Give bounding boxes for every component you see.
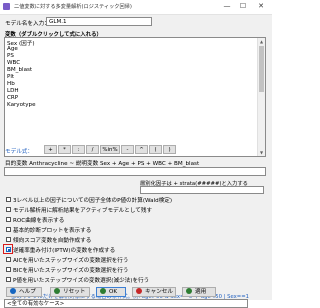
option-checkbox-wald[interactable] xyxy=(6,197,11,202)
operator-slash-button[interactable]: / xyxy=(86,145,99,154)
option-checkbox-bic[interactable] xyxy=(6,267,11,272)
objective-formula-label: 目的変数 Anthracycline ~ 説明変数 Sex + Age + PS… xyxy=(5,161,200,167)
window-title: 二値変数に対する多変量解析(ロジスティック回帰) xyxy=(14,4,132,10)
option-checkbox-propensity[interactable] xyxy=(6,237,11,242)
list-item[interactable]: Age xyxy=(7,46,18,52)
checkmark-icon xyxy=(8,249,10,251)
cancel-button[interactable]: キャンセル xyxy=(132,287,176,297)
option-checkbox-pvalue[interactable] xyxy=(6,277,11,282)
model-name-input[interactable]: GLM.1 xyxy=(46,17,152,26)
help-button[interactable]: ヘルプ xyxy=(6,287,42,297)
list-item[interactable]: Hb xyxy=(7,81,15,87)
list-item[interactable]: CRP xyxy=(7,95,18,101)
maximize-button[interactable]: ☐ xyxy=(236,1,250,12)
option-label-pvalue: P値を用いたステップワイズの変数選択(減少法)を行う xyxy=(13,278,150,284)
scroll-up-icon[interactable]: ▲ xyxy=(258,38,265,45)
option-label-propensity: 傾向スコア変数を自動作成する xyxy=(13,238,92,244)
operator-times-button[interactable]: * xyxy=(58,145,71,154)
checkmark-icon xyxy=(100,288,106,294)
operator-power-button[interactable]: ^ xyxy=(135,145,148,154)
list-scrollbar[interactable]: ▲ ▼ xyxy=(257,38,265,156)
apply-icon xyxy=(186,288,192,294)
operator-lparen-button[interactable]: ( xyxy=(149,145,162,154)
option-label-wald: 3レベル以上の因子についての因子全体のP値の計算(Wald検定) xyxy=(13,198,173,204)
list-item[interactable]: LDH xyxy=(7,88,19,94)
list-item[interactable]: WBC xyxy=(7,60,20,66)
dialog-body: モデル名を入力： GLM.1 変数（ダブルクリックして式に入れる） Sex (因… xyxy=(0,15,272,308)
option-checkbox-aic[interactable] xyxy=(6,257,11,262)
operator-in-button[interactable]: %in% xyxy=(100,145,120,154)
apply-button[interactable]: 適用 xyxy=(182,287,216,297)
cancel-button-label: キャンセル xyxy=(145,289,173,295)
formula-label: モデル式： xyxy=(5,149,33,155)
list-item[interactable]: Karyotype xyxy=(7,102,36,108)
help-icon xyxy=(10,288,16,294)
scroll-down-icon[interactable]: ▼ xyxy=(258,149,265,156)
operator-minus-button[interactable]: - xyxy=(121,145,134,154)
list-item[interactable]: Plt xyxy=(7,74,14,80)
list-item[interactable]: BM_blast xyxy=(7,67,32,73)
close-button[interactable]: ✕ xyxy=(254,1,268,12)
option-checkbox-diagnostic-plot[interactable] xyxy=(6,227,11,232)
cancel-icon xyxy=(136,288,142,294)
model-name-label: モデル名を入力： xyxy=(5,21,50,27)
option-checkbox-iptw[interactable] xyxy=(6,247,11,252)
ok-button[interactable]: OK xyxy=(96,287,126,297)
option-label-bic: BICを用いたステップワイズの変数選択を行う xyxy=(13,268,129,274)
operator-plus-button[interactable]: + xyxy=(44,145,57,154)
operator-colon-button[interactable]: : xyxy=(72,145,85,154)
window-titlebar: 二値変数に対する多変量解析(ロジスティック回帰) — ☐ ✕ xyxy=(0,0,272,15)
option-label-active-model: モデル解析用に解析結果をアクティブモデルとして残す xyxy=(13,208,153,214)
variable-listbox[interactable]: Sex (因子) Age PS WBC BM_blast Plt Hb LDH … xyxy=(4,37,266,157)
subset-input[interactable]: <全ての有効なケース> xyxy=(4,299,248,308)
minimize-button[interactable]: — xyxy=(220,1,234,12)
strata-input[interactable] xyxy=(140,186,264,194)
app-icon xyxy=(3,3,10,10)
help-button-label: ヘルプ xyxy=(19,289,36,295)
option-checkbox-active-model[interactable] xyxy=(6,207,11,212)
list-item[interactable]: PS xyxy=(7,53,14,59)
option-label-roc: ROC曲線を表示する xyxy=(13,218,65,224)
option-checkbox-roc[interactable] xyxy=(6,217,11,222)
operator-rparen-button[interactable]: ) xyxy=(163,145,176,154)
option-label-aic: AICを用いたステップワイズの変数選択を行う xyxy=(13,258,129,264)
ok-button-label: OK xyxy=(109,289,118,295)
option-label-diagnostic-plot: 基本的診断プロットを表示する xyxy=(13,228,92,234)
reset-button-label: リセット xyxy=(63,289,86,295)
scroll-thumb[interactable] xyxy=(259,46,264,92)
option-label-iptw: 逆確率重み付け(IPTW)の変数を作成する xyxy=(13,248,116,254)
refresh-icon xyxy=(54,288,60,294)
formula-input[interactable] xyxy=(4,167,266,176)
apply-button-label: 適用 xyxy=(195,289,207,295)
reset-button[interactable]: リセット xyxy=(50,287,90,297)
